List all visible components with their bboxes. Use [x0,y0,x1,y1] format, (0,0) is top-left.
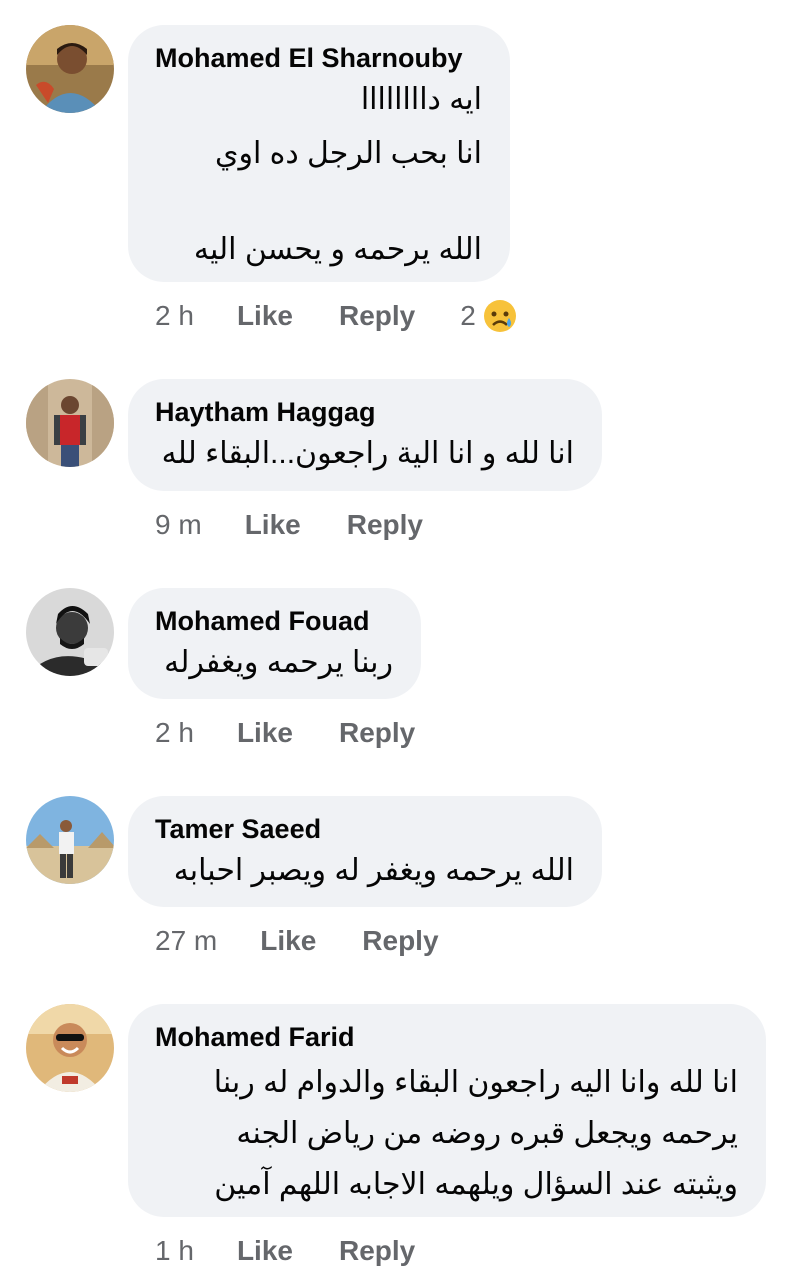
comment-bubble: Haytham Haggag انا لله و انا الية راجعون… [128,379,602,491]
comment-text-line: ايه داااااااا [360,83,482,116]
reply-button[interactable]: Reply [347,509,423,541]
like-button[interactable]: Like [245,509,301,541]
comment-author[interactable]: Mohamed El Sharnouby [155,41,482,75]
comment-text-line: الله يرحمه و يحسن اليه [193,233,482,266]
comment-timestamp[interactable]: 2 h [155,300,194,332]
comment-author[interactable]: Mohamed Fouad [155,604,393,638]
like-button[interactable]: Like [237,1235,293,1267]
avatar[interactable] [26,379,114,467]
like-button[interactable]: Like [237,717,293,749]
comment-text-line: انا لله وانا اليه راجعون البقاء والدوام … [213,1066,738,1099]
comment-text-blank-line [155,178,482,226]
comment-author[interactable]: Haytham Haggag [155,395,574,429]
comment-text-line: ويثبته عند السؤال ويلهمه الاجابه اللهم آ… [214,1168,738,1201]
comment-text-line: انا بحب الرجل ده اوي [214,137,482,170]
reply-button[interactable]: Reply [339,717,415,749]
comment-timestamp[interactable]: 27 m [155,925,217,957]
comment-actions: 2 h Like Reply 2 [155,296,518,336]
comment-timestamp[interactable]: 2 h [155,717,194,749]
reply-button[interactable]: Reply [339,1235,415,1267]
comment-text-line: يرحمه ويجعل قبره روضه من رياض الجنه [236,1117,738,1150]
comment-text-line: انا لله و انا الية راجعون...البقاء لله [161,437,574,470]
comment-actions: 2 h Like Reply [155,713,415,753]
like-button[interactable]: Like [260,925,316,957]
reply-button[interactable]: Reply [362,925,438,957]
comment-actions: 1 h Like Reply [155,1231,415,1271]
comment-actions: 27 m Like Reply [155,921,439,961]
comment-actions: 9 m Like Reply [155,505,423,545]
avatar-photo [26,379,114,467]
avatar-photo [26,25,114,113]
reply-button[interactable]: Reply [339,300,415,332]
comment-timestamp[interactable]: 9 m [155,509,202,541]
avatar[interactable] [26,25,114,113]
avatar[interactable] [26,588,114,676]
avatar-photo [26,588,114,676]
comment-text-line: الله يرحمه ويغفر له ويصبر احبابه [173,854,574,887]
avatar-photo [26,1004,114,1092]
avatar[interactable] [26,1004,114,1092]
comment-bubble: Tamer Saeed الله يرحمه ويغفر له ويصبر اح… [128,796,602,907]
comment-author[interactable]: Mohamed Farid [155,1020,738,1054]
comment-bubble: Mohamed Fouad ربنا يرحمه ويغفرله [128,588,421,699]
comment-timestamp[interactable]: 1 h [155,1235,194,1267]
avatar[interactable] [26,796,114,884]
reaction-summary[interactable]: 2 [460,298,518,334]
comment-author[interactable]: Tamer Saeed [155,812,574,846]
comment-text-line: ربنا يرحمه ويغفرله [164,646,393,679]
comment-bubble: Mohamed El Sharnouby ايه داااااااا انا ب… [128,25,510,282]
crying-face-icon [483,300,516,332]
comment-bubble: Mohamed Farid انا لله وانا اليه راجعون ا… [128,1004,766,1217]
reaction-count: 2 [460,300,476,331]
like-button[interactable]: Like [237,300,293,332]
avatar-photo [26,796,114,884]
